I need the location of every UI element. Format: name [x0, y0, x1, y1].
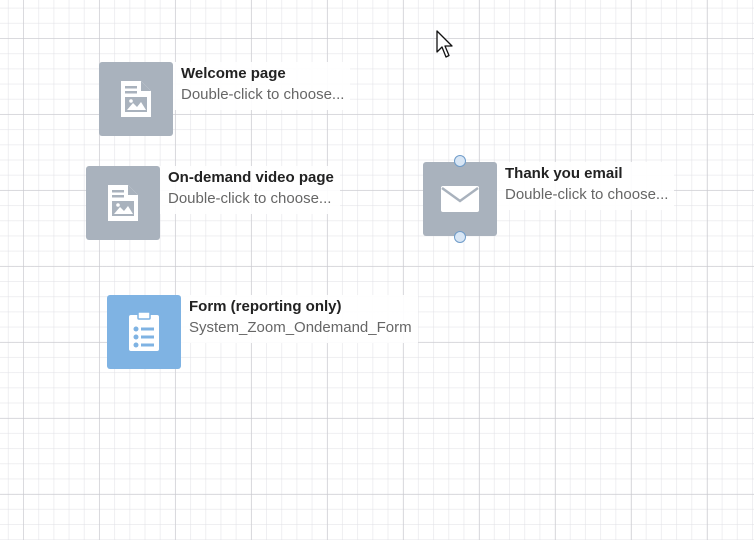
- node-title: Thank you email: [505, 165, 623, 182]
- landing-page-icon: [108, 185, 138, 221]
- node-title: On-demand video page: [168, 169, 334, 186]
- node-subtitle: Double-click to choose...: [168, 190, 332, 207]
- node-subtitle: System_Zoom_Ondemand_Form: [189, 319, 412, 336]
- node-form-reporting[interactable]: Form (reporting only) System_Zoom_Ondema…: [107, 295, 418, 369]
- email-icon: [441, 186, 479, 212]
- landing-page-tile[interactable]: [86, 166, 160, 240]
- connector-handle-top[interactable]: [454, 155, 466, 167]
- node-title: Form (reporting only): [189, 298, 342, 315]
- email-tile[interactable]: [423, 155, 497, 243]
- node-thank-you-email[interactable]: Thank you email Double-click to choose..…: [423, 155, 675, 243]
- form-icon: [129, 311, 159, 351]
- node-subtitle: Double-click to choose...: [181, 86, 345, 103]
- landing-page-icon: [121, 81, 151, 117]
- workflow-canvas[interactable]: Welcome page Double-click to choose... O…: [0, 0, 754, 540]
- mouse-cursor-icon: [436, 30, 453, 58]
- landing-page-tile[interactable]: [99, 62, 173, 136]
- node-welcome-page[interactable]: Welcome page Double-click to choose...: [99, 62, 351, 136]
- node-title: Welcome page: [181, 65, 286, 82]
- connector-handle-bottom[interactable]: [454, 231, 466, 243]
- node-subtitle: Double-click to choose...: [505, 186, 669, 203]
- node-ondemand-video-page[interactable]: On-demand video page Double-click to cho…: [86, 166, 340, 240]
- form-tile[interactable]: [107, 295, 181, 369]
